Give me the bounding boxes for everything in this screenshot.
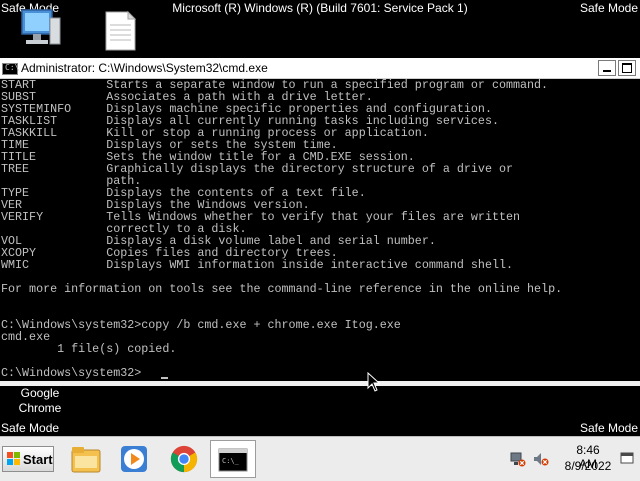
console-output: START Starts a separate window to run a … — [1, 79, 563, 380]
cmd-window[interactable]: C:\ Administrator: C:\Windows\System32\c… — [0, 58, 640, 386]
chrome-icon — [170, 445, 198, 473]
text-cursor — [161, 377, 168, 379]
chrome-shortcut-label[interactable]: Google Chrome — [0, 386, 80, 416]
safe-mode-label-top-right: Safe Mode — [579, 1, 638, 15]
start-label: Start — [23, 452, 53, 467]
clock-date[interactable]: 8/9/2022 — [562, 459, 614, 473]
cmd-window-title: Administrator: C:\Windows\System32\cmd.e… — [21, 61, 268, 75]
taskbar-chrome[interactable] — [162, 440, 206, 478]
start-button[interactable]: Start — [2, 446, 54, 472]
maximize-button[interactable] — [618, 60, 636, 76]
svg-text:C:\_: C:\_ — [222, 457, 240, 465]
media-player-icon — [121, 446, 147, 472]
safe-mode-label-bottom-left: Safe Mode — [1, 421, 60, 435]
taskbar-windows-explorer[interactable] — [64, 440, 108, 478]
taskbar-media-player[interactable] — [112, 440, 156, 478]
mouse-pointer-icon — [367, 371, 381, 392]
document-icon[interactable] — [100, 10, 140, 52]
safe-mode-build-info: Microsoft (R) Windows (R) (Build 7601: S… — [172, 1, 468, 15]
cmd-titlebar[interactable]: C:\ Administrator: C:\Windows\System32\c… — [0, 58, 640, 79]
safe-mode-label-bottom-right: Safe Mode — [579, 421, 638, 435]
computer-icon[interactable] — [14, 6, 64, 52]
windows-flag-icon — [7, 452, 20, 465]
volume-muted-icon[interactable] — [533, 451, 549, 467]
show-desktop-button[interactable] — [620, 446, 634, 470]
windows-explorer-icon — [71, 447, 101, 473]
cmd-icon: C:\_ — [218, 448, 248, 472]
chrome-shortcut-text: Google Chrome — [18, 386, 62, 415]
network-icon[interactable] — [510, 451, 526, 467]
cmd-console[interactable]: START Starts a separate window to run a … — [0, 79, 640, 381]
taskbar-cmd[interactable]: C:\_ — [210, 440, 256, 478]
minimize-button[interactable] — [598, 60, 616, 76]
cmd-window-icon[interactable]: C:\ — [2, 63, 19, 75]
